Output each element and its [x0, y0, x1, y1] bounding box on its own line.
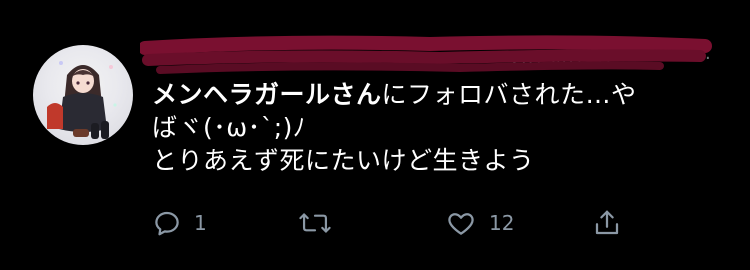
- tweet-actions: 1 12: [152, 205, 632, 241]
- retweet-icon: [299, 213, 331, 233]
- reply-icon: [155, 211, 179, 236]
- tweet-line-1-text: にフォロバされた…や: [381, 80, 637, 109]
- retweet-button[interactable]: [298, 205, 332, 241]
- avatar[interactable]: [33, 45, 133, 145]
- more-options-icon[interactable]: ·: [705, 50, 711, 68]
- share-button[interactable]: [592, 205, 622, 241]
- reply-button[interactable]: 1: [152, 205, 207, 241]
- tweet-date: 2019/01/07: [510, 50, 614, 71]
- like-button[interactable]: 12: [445, 205, 514, 241]
- tweet-header: 2019/01/07: [150, 50, 670, 72]
- heart-icon: [448, 213, 474, 235]
- reply-count: 1: [194, 211, 207, 235]
- tweet-text: メンヘラガールさんにフォロバされた…や ばヾ(･ω･`;)ﾉ とりあえず死にたい…: [152, 78, 712, 177]
- like-count: 12: [489, 211, 515, 235]
- mention-link[interactable]: メンヘラガールさん: [152, 80, 382, 109]
- tweet-line-3: とりあえず死にたいけど生きよう: [152, 146, 535, 175]
- avatar-illustration: [47, 61, 117, 139]
- tweet-line-1: メンヘラガールさんにフォロバされた…や: [152, 78, 712, 111]
- share-icon: [595, 210, 619, 235]
- tweet-line-2: ばヾ(･ω･`;)ﾉ: [152, 113, 306, 142]
